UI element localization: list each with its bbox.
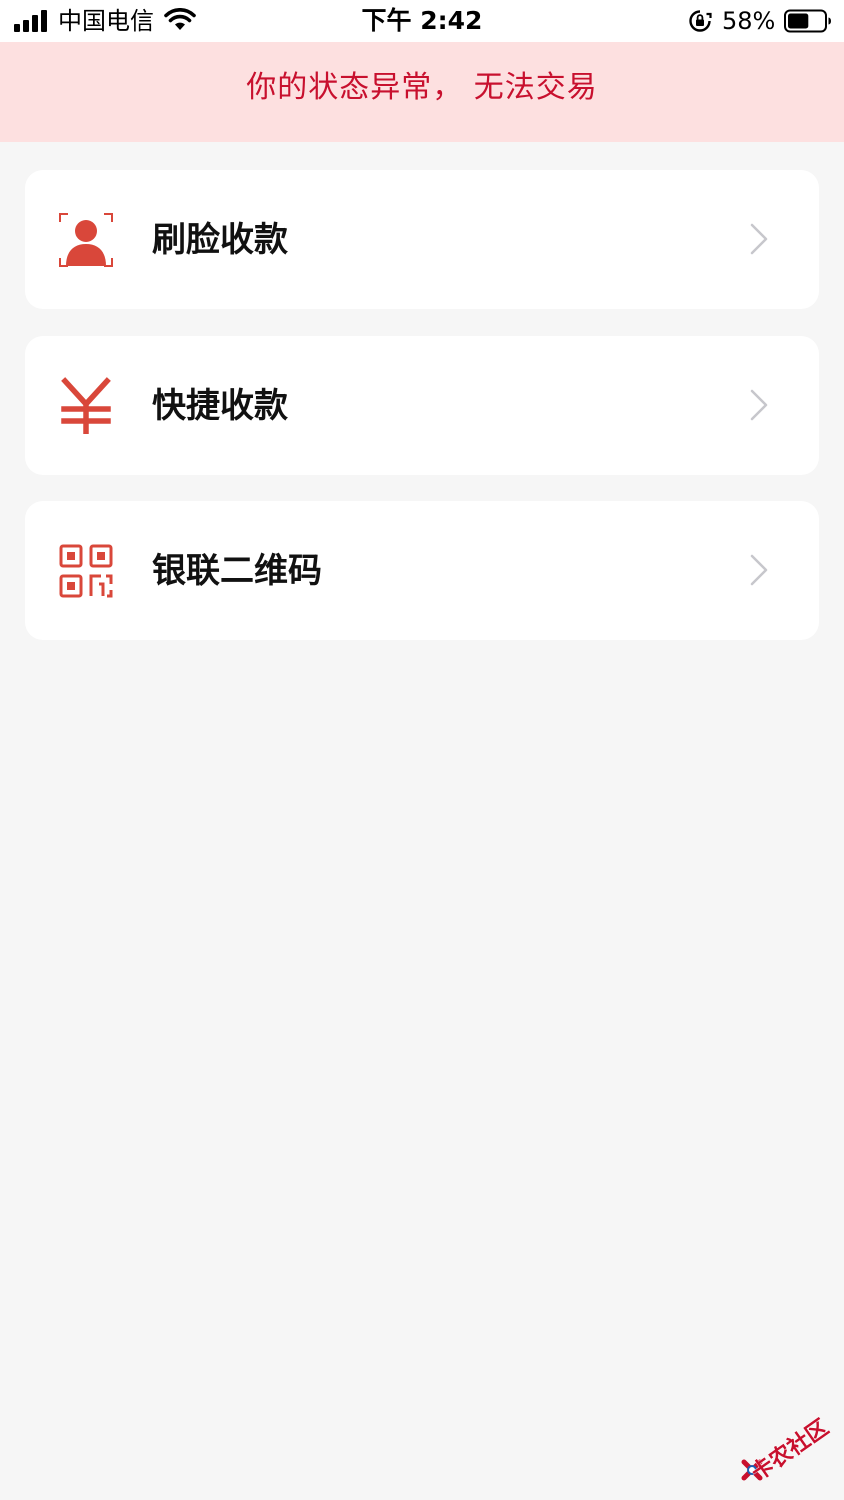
quick-payment-label: 快捷收款 — [152, 386, 288, 426]
status-alert-banner: 你的状态异常， 无法交易 — [0, 42, 844, 142]
status-time: 下午 2:42 — [361, 6, 483, 35]
battery-icon — [784, 9, 831, 33]
yen-icon — [61, 377, 111, 434]
face-recognition-icon — [59, 213, 113, 267]
qr-code-icon — [59, 544, 113, 598]
watermark-text: 卡农社区 — [746, 1414, 833, 1484]
alert-message: 你的状态异常， 无法交易 — [246, 70, 598, 105]
battery-percentage: 58% — [722, 7, 776, 35]
chevron-right-icon — [750, 389, 768, 421]
unionpay-qr-item[interactable]: 银联二维码 — [25, 501, 819, 640]
watermark-logo: 卡农社区 — [741, 1414, 834, 1484]
chevron-right-icon — [750, 554, 768, 586]
orientation-lock-icon — [689, 10, 712, 32]
face-payment-item[interactable]: 刷脸收款 — [25, 170, 819, 309]
chevron-right-icon — [750, 223, 768, 255]
unionpay-qr-label: 银联二维码 — [152, 551, 322, 591]
face-payment-label: 刷脸收款 — [152, 220, 288, 260]
quick-payment-item[interactable]: 快捷收款 — [25, 336, 819, 475]
status-bar: 中国电信 下午 2:42 58% — [0, 0, 844, 42]
